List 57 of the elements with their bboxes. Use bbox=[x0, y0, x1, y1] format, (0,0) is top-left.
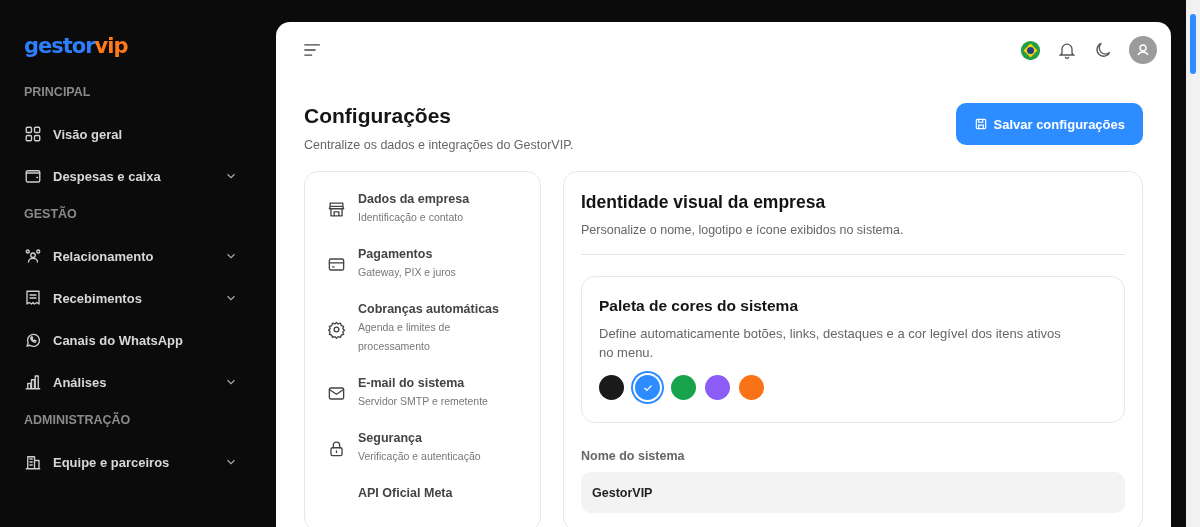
sidebar-item[interactable]: Relacionamento bbox=[24, 235, 238, 277]
color-swatch[interactable] bbox=[599, 375, 624, 400]
sidebar-item[interactable]: Canais do WhatsApp bbox=[24, 319, 238, 361]
sidebar-item[interactable]: Visão geral bbox=[24, 113, 238, 155]
flag-icon[interactable] bbox=[1020, 39, 1041, 61]
sidebar-item[interactable]: Análises bbox=[24, 361, 238, 403]
avatar-icon[interactable] bbox=[1129, 36, 1157, 64]
settings-nav-item[interactable]: Segurança Verificação e autenticação bbox=[327, 431, 530, 466]
palette-description: Define automaticamente botões, links, destaques e a cor legível dos itens ativos no menu. bbox=[599, 325, 1062, 362]
settings-nav-item[interactable]: E-mail do sistema Servidor SMTP e remetente bbox=[327, 376, 530, 411]
field-label: Nome do sistema bbox=[581, 449, 686, 463]
people-icon bbox=[24, 247, 42, 265]
sidebar-item[interactable]: Equipe e parceiros bbox=[24, 441, 238, 483]
receipt-icon bbox=[24, 289, 42, 307]
system-name-input[interactable]: GestorVIP bbox=[581, 472, 1125, 513]
chat-icon bbox=[24, 331, 42, 349]
color-swatch[interactable] bbox=[739, 375, 764, 400]
wallet-icon bbox=[24, 167, 42, 185]
settings-nav-subtitle: Gateway, PIX e juros bbox=[358, 265, 456, 280]
settings-nav-title: Cobranças automáticas bbox=[358, 302, 501, 316]
settings-nav-subtitle: Agenda e limites de processamento bbox=[358, 320, 452, 354]
store-icon bbox=[327, 200, 346, 219]
scrollbar[interactable] bbox=[1186, 0, 1200, 527]
settings-nav-title: API Oficial Meta bbox=[358, 486, 453, 500]
building-icon bbox=[24, 453, 42, 471]
settings-nav-item[interactable]: Cobranças automáticas Agenda e limites de processamento bbox=[327, 302, 530, 356]
section-heading: PRINCIPAL bbox=[24, 84, 92, 101]
color-swatch[interactable] bbox=[671, 375, 696, 400]
settings-nav-title: Pagamentos bbox=[358, 247, 434, 261]
section-heading: ADMINISTRAÇÃO bbox=[24, 411, 132, 429]
menu-icon[interactable] bbox=[304, 43, 321, 57]
settings-nav-title: Dados da empresa bbox=[358, 192, 470, 206]
chart-icon bbox=[24, 373, 42, 391]
settings-nav-item[interactable]: API Oficial Meta bbox=[327, 486, 530, 505]
card-icon bbox=[327, 255, 346, 274]
grid-icon bbox=[24, 125, 42, 143]
page-subtitle: Centralize os dados e integrações do GestorVIP. bbox=[304, 138, 574, 152]
lock-icon bbox=[327, 439, 346, 458]
settings-nav-subtitle: Identificação e contato bbox=[358, 210, 465, 225]
settings-nav-item[interactable]: Dados da empresa Identificação e contato bbox=[327, 192, 530, 227]
logo[interactable]: gestorvip bbox=[24, 34, 128, 58]
settings-nav-subtitle: Servidor SMTP e remetente bbox=[358, 394, 488, 409]
mail-icon bbox=[327, 384, 346, 403]
settings-nav-subtitle: Verificação e autenticação bbox=[358, 449, 481, 464]
moon-icon[interactable] bbox=[1093, 40, 1113, 60]
sidebar-item[interactable]: Recebimentos bbox=[24, 277, 238, 319]
section-heading: GESTÃO bbox=[24, 205, 78, 223]
gear-icon bbox=[327, 319, 346, 339]
page-title: Configurações bbox=[304, 104, 453, 128]
palette-title: Paleta de cores do sistema bbox=[599, 297, 800, 315]
settings-nav-item[interactable]: Pagamentos Gateway, PIX e juros bbox=[327, 247, 530, 282]
settings-nav-title: E-mail do sistema bbox=[358, 376, 466, 390]
settings-nav-title: Segurança bbox=[358, 431, 423, 445]
color-swatch[interactable] bbox=[705, 375, 730, 400]
panel-subtitle: Personalize o nome, logotipo e ícone exibidos no sistema. bbox=[581, 223, 905, 237]
panel-title: Identidade visual da empresa bbox=[581, 192, 827, 213]
sidebar-item[interactable]: Despesas e caixa bbox=[24, 155, 238, 197]
